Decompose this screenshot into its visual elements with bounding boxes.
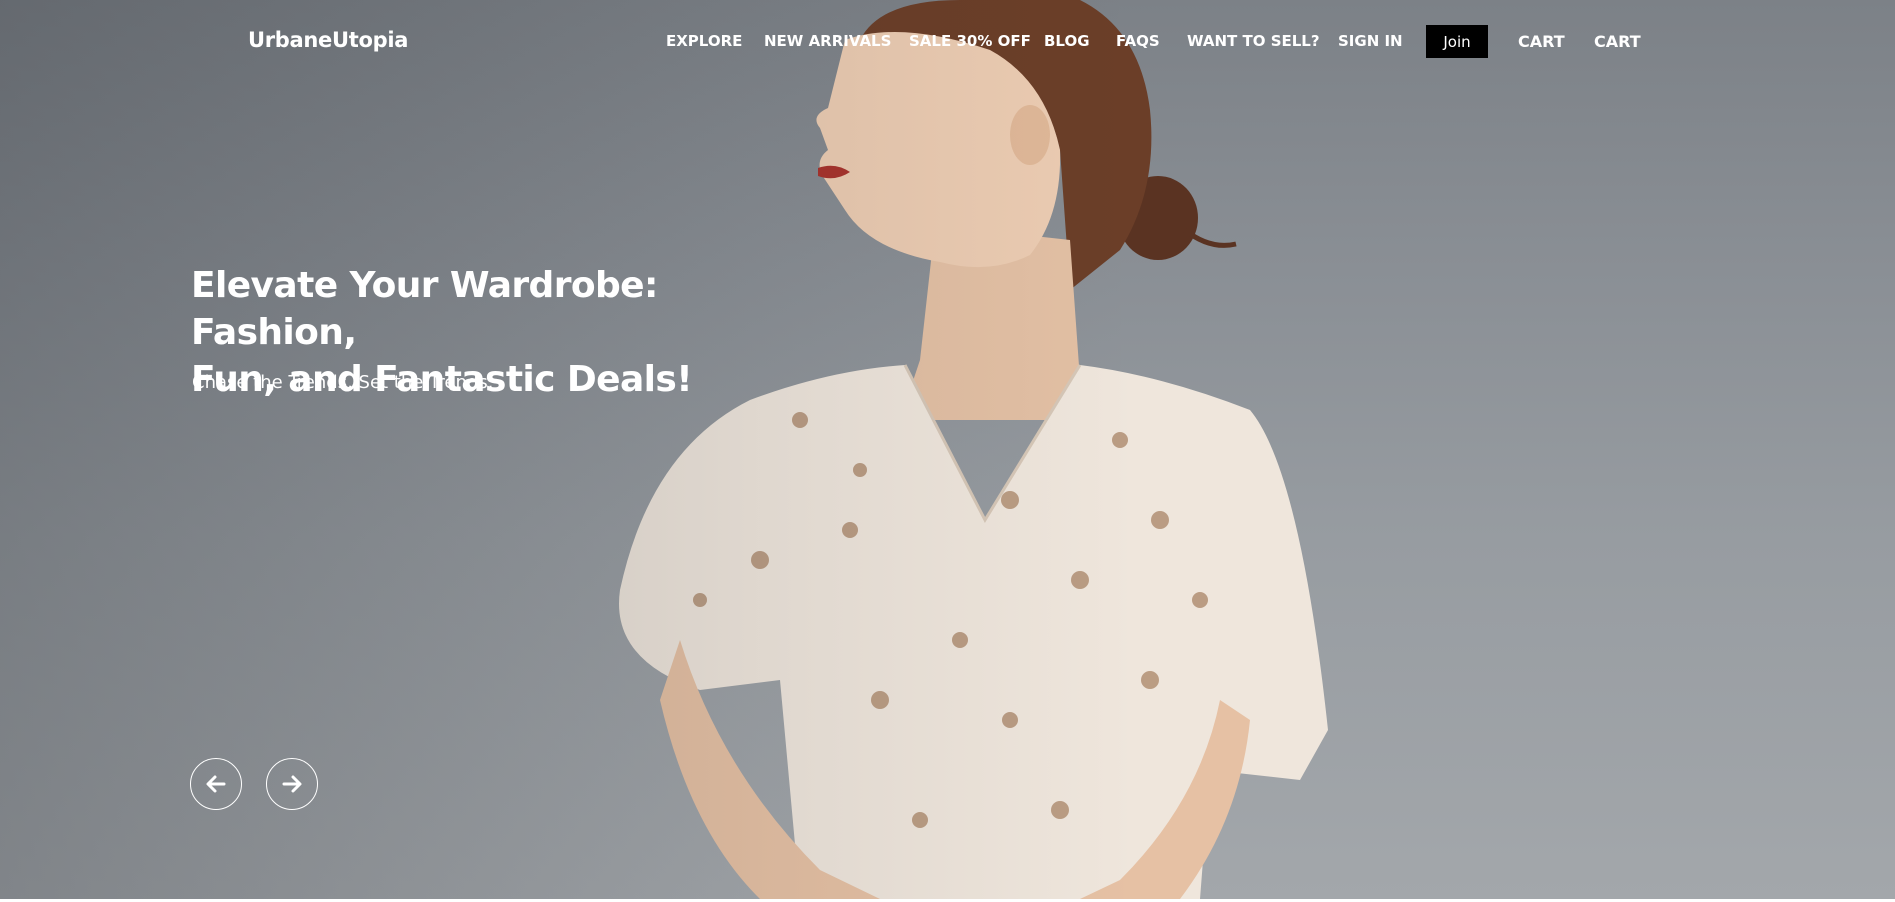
- arrow-right-icon: [282, 775, 302, 793]
- hero-headline-line-1: Elevate Your Wardrobe: Fashion,: [191, 265, 658, 353]
- cart-link[interactable]: CART: [1518, 32, 1565, 51]
- nav-blog[interactable]: BLOG: [1044, 32, 1090, 50]
- carousel-prev-button[interactable]: [190, 758, 242, 810]
- carousel-next-button[interactable]: [266, 758, 318, 810]
- nav-sign-in[interactable]: SIGN IN: [1338, 32, 1403, 50]
- join-button[interactable]: Join: [1426, 25, 1488, 58]
- nav-sale[interactable]: SALE 30% OFF: [909, 32, 1031, 50]
- hero-banner: UrbaneUtopia EXPLORE NEW ARRIVALS SALE 3…: [0, 0, 1895, 899]
- hero-subheadline: Chase the Trends, Set the Trends.: [192, 372, 494, 393]
- arrow-left-icon: [206, 775, 226, 793]
- top-navigation: UrbaneUtopia EXPLORE NEW ARRIVALS SALE 3…: [0, 0, 1895, 84]
- nav-want-to-sell[interactable]: WANT TO SELL?: [1187, 32, 1320, 50]
- brand-logo[interactable]: UrbaneUtopia: [248, 28, 408, 52]
- nav-new-arrivals[interactable]: NEW ARRIVALS: [764, 32, 891, 50]
- nav-explore[interactable]: EXPLORE: [666, 32, 742, 50]
- cart-link-secondary[interactable]: CART: [1594, 32, 1641, 51]
- nav-faqs[interactable]: FAQS: [1116, 32, 1160, 50]
